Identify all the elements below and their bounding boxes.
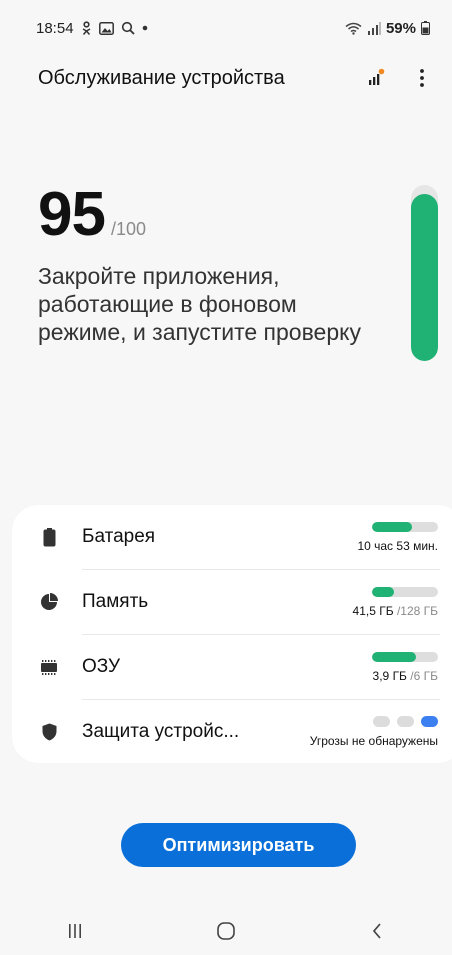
- optimize-button[interactable]: Оптимизировать: [121, 823, 356, 867]
- security-level-dot-active: [421, 716, 438, 727]
- header-actions: [364, 66, 434, 90]
- storage-pie-icon: [40, 592, 58, 612]
- battery-status-icon: [421, 21, 430, 35]
- wifi-icon: [345, 22, 362, 35]
- recents-icon[interactable]: [45, 911, 105, 951]
- storage-bar-fill: [372, 586, 394, 597]
- security-label: Защита устройс...: [82, 721, 240, 742]
- battery-status: 10 час 53 мин.: [357, 521, 438, 553]
- back-icon[interactable]: [347, 911, 407, 951]
- ram-bar: [372, 651, 438, 662]
- storage-bar: [372, 586, 438, 597]
- battery-value: 10 час 53 мин.: [357, 538, 438, 553]
- gallery-icon: [98, 21, 114, 35]
- security-value: Угрозы не обнаружены: [309, 734, 438, 748]
- battery-row[interactable]: Батарея 10 час 53 мин.: [12, 505, 452, 569]
- status-time: 18:54: [36, 19, 74, 37]
- device-care-score: 95 /100 Закройте приложения, работающие …: [38, 184, 368, 346]
- score-max: /100: [110, 219, 147, 239]
- notification-badge: [378, 68, 385, 75]
- status-right: 59%: [345, 20, 430, 37]
- ram-bar-fill: [372, 651, 416, 662]
- ram-used: 3,9 ГБ: [372, 668, 407, 683]
- navigation-bar: [0, 906, 452, 955]
- score-message: Закройте приложения, работающие в фоново…: [38, 263, 361, 345]
- security-level-dot: [373, 716, 390, 727]
- ram-row[interactable]: ОЗУ 3,9 ГБ /6 ГБ: [12, 635, 452, 699]
- storage-used: 41,5 ГБ: [352, 603, 394, 618]
- score-row: 95 /100: [38, 184, 368, 246]
- battery-label: Батарея: [82, 526, 156, 547]
- security-level-dot: [397, 716, 414, 727]
- score-value: 95: [38, 180, 106, 249]
- battery-icon: [40, 527, 58, 547]
- home-icon[interactable]: [196, 911, 256, 951]
- app-header: Обслуживание устройства: [0, 56, 452, 100]
- battery-percent: 59%: [385, 19, 416, 37]
- ram-chip-icon: [40, 657, 58, 677]
- ram-value: 3,9 ГБ /6 ГБ: [373, 669, 438, 683]
- search-icon: [121, 21, 135, 35]
- ram-status: 3,9 ГБ /6 ГБ: [372, 651, 438, 683]
- security-row[interactable]: Защита устройс... Угрозы не обнаружены: [12, 700, 452, 764]
- battery-bar: [372, 521, 438, 532]
- score-meter-fill: [411, 193, 438, 361]
- battery-bar-fill: [372, 521, 412, 532]
- storage-total: /128 ГБ: [396, 603, 438, 618]
- storage-status: 41,5 ГБ /128 ГБ: [353, 586, 438, 618]
- status-left: 18:54: [36, 20, 148, 37]
- storage-value: 41,5 ГБ /128 ГБ: [353, 604, 438, 618]
- storage-row[interactable]: Память 41,5 ГБ /128 ГБ: [12, 570, 452, 634]
- security-level-dots: [373, 716, 438, 727]
- score-meter: [411, 185, 438, 361]
- more-options-icon[interactable]: [410, 66, 434, 90]
- page-title: Обслуживание устройства: [38, 66, 285, 89]
- stats-icon[interactable]: [364, 66, 388, 90]
- status-card: Батарея 10 час 53 мин. Память 41,5 ГБ /1…: [12, 505, 452, 763]
- storage-label: Память: [82, 591, 149, 612]
- odnoklassniki-icon: [81, 21, 92, 35]
- dot-icon: [142, 25, 148, 31]
- ram-label: ОЗУ: [82, 656, 121, 677]
- security-status: Угрозы не обнаружены: [310, 716, 438, 748]
- shield-icon: [40, 722, 58, 742]
- signal-icon: [367, 21, 381, 35]
- ram-total: /6 ГБ: [410, 668, 438, 683]
- status-bar: 18:54 59%: [0, 0, 452, 56]
